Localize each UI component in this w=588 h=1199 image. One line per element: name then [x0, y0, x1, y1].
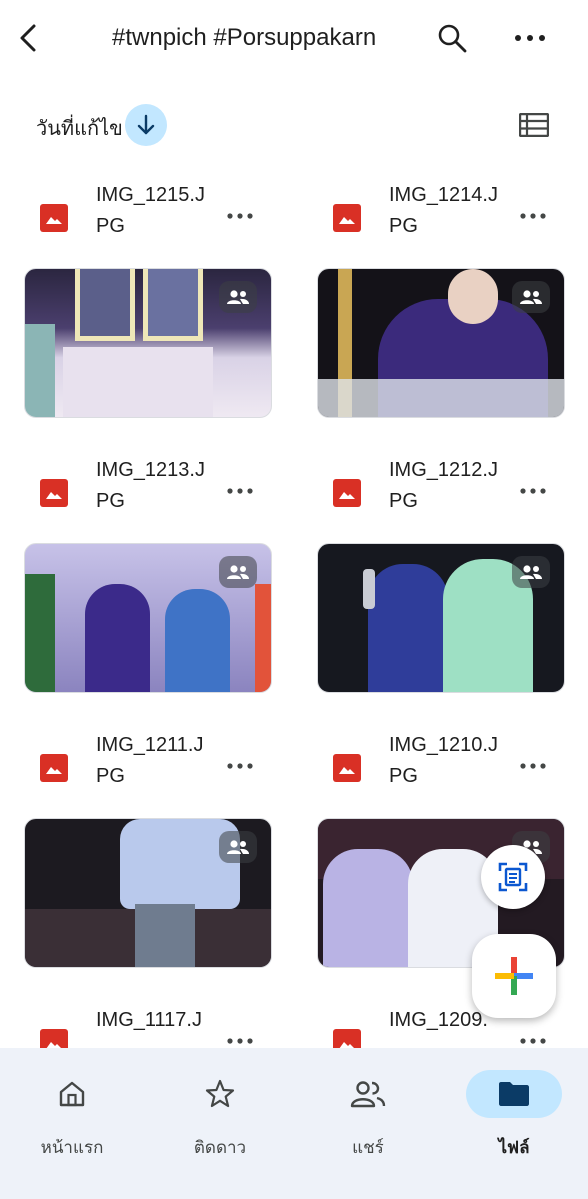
nav-label: แชร์ — [352, 1138, 384, 1157]
image-file-icon — [333, 204, 361, 232]
sort-label[interactable]: วันที่แก้ไข — [36, 112, 123, 144]
file-name: IMG_1215.JPG — [96, 184, 205, 237]
home-icon — [59, 1081, 85, 1107]
sort-bar: วันที่แก้ไข — [0, 100, 588, 150]
file-name: IMG_1212.JPG — [389, 459, 498, 512]
file-card[interactable]: IMG_1215.JPG — [24, 180, 272, 418]
file-thumbnail[interactable] — [24, 818, 272, 968]
more-horizontal-icon — [227, 763, 253, 769]
shared-badge — [219, 556, 257, 588]
search-icon — [438, 24, 467, 53]
shared-badge — [219, 281, 257, 313]
people-icon — [350, 1081, 386, 1108]
nav-label: หน้าแรก — [40, 1138, 104, 1157]
file-more-button[interactable] — [220, 746, 260, 786]
file-card[interactable]: IMG_1213.JPG — [24, 455, 272, 693]
more-horizontal-icon — [520, 763, 546, 769]
bottom-navigation: หน้าแรก ติดดาว แชร์ ไฟล์ — [0, 1048, 588, 1199]
file-more-button[interactable] — [220, 1021, 260, 1048]
nav-item-home[interactable]: หน้าแรก — [12, 1062, 132, 1162]
shared-badge — [512, 556, 550, 588]
file-more-button[interactable] — [220, 196, 260, 236]
more-horizontal-icon — [227, 1038, 253, 1044]
sort-direction-button[interactable] — [125, 104, 167, 146]
people-icon — [227, 565, 249, 579]
people-icon — [520, 290, 542, 304]
file-name: IMG_1211.JPG — [96, 734, 204, 787]
image-file-icon — [333, 479, 361, 507]
image-file-icon — [333, 754, 361, 782]
file-card[interactable]: IMG_1117.J — [24, 1005, 272, 1048]
list-view-button[interactable] — [514, 106, 554, 144]
more-options-button[interactable] — [510, 18, 550, 58]
file-more-button[interactable] — [513, 471, 553, 511]
image-file-icon — [333, 1029, 361, 1048]
file-thumbnail[interactable] — [317, 543, 565, 693]
more-horizontal-icon — [227, 488, 253, 494]
file-card[interactable]: IMG_1214.JPG — [317, 180, 565, 418]
nav-label: ติดดาว — [193, 1138, 247, 1157]
file-name: IMG_1210.JPG — [389, 734, 498, 787]
file-card[interactable]: IMG_1212.JPG — [317, 455, 565, 693]
file-more-button[interactable] — [513, 746, 553, 786]
scan-document-button[interactable] — [481, 845, 545, 909]
file-name: IMG_1213.JPG — [96, 459, 205, 512]
file-card[interactable]: IMG_1211.JPG — [24, 730, 272, 968]
image-file-icon — [40, 754, 68, 782]
top-app-bar: #twnpich #Porsuppakarn — [0, 0, 588, 80]
plus-icon — [495, 957, 533, 995]
page-title: #twnpich #Porsuppakarn — [112, 24, 377, 51]
list-view-icon — [519, 113, 549, 137]
file-thumbnail[interactable] — [24, 268, 272, 418]
more-horizontal-icon — [520, 1038, 546, 1044]
shared-badge — [219, 831, 257, 863]
people-icon — [227, 290, 249, 304]
image-file-icon — [40, 1029, 68, 1048]
document-scan-icon — [498, 862, 528, 892]
back-button[interactable] — [8, 18, 48, 58]
more-horizontal-icon — [227, 213, 253, 219]
file-more-button[interactable] — [513, 1021, 553, 1048]
more-horizontal-icon — [520, 213, 546, 219]
file-more-button[interactable] — [513, 196, 553, 236]
nav-label: ไฟล์ — [498, 1138, 530, 1157]
file-thumbnail[interactable] — [317, 268, 565, 418]
more-horizontal-icon — [515, 35, 545, 41]
shared-badge — [512, 281, 550, 313]
back-arrow-icon — [20, 24, 36, 52]
new-button[interactable] — [472, 934, 556, 1018]
file-name: IMG_1214.JPG — [389, 184, 498, 237]
file-thumbnail[interactable] — [24, 543, 272, 693]
more-horizontal-icon — [520, 488, 546, 494]
nav-item-starred[interactable]: ติดดาว — [160, 1062, 280, 1162]
star-icon — [205, 1079, 235, 1108]
nav-item-shared[interactable]: แชร์ — [308, 1062, 428, 1162]
file-card[interactable]: IMG_1210.JPG — [317, 730, 565, 968]
image-file-icon — [40, 204, 68, 232]
people-icon — [227, 840, 249, 854]
nav-item-files[interactable]: ไฟล์ — [454, 1062, 574, 1162]
file-name: IMG_1117.J — [96, 1009, 202, 1031]
image-file-icon — [40, 479, 68, 507]
arrow-down-icon — [137, 114, 155, 135]
people-icon — [520, 565, 542, 579]
search-button[interactable] — [432, 18, 472, 58]
file-more-button[interactable] — [220, 471, 260, 511]
folder-icon — [499, 1082, 529, 1106]
